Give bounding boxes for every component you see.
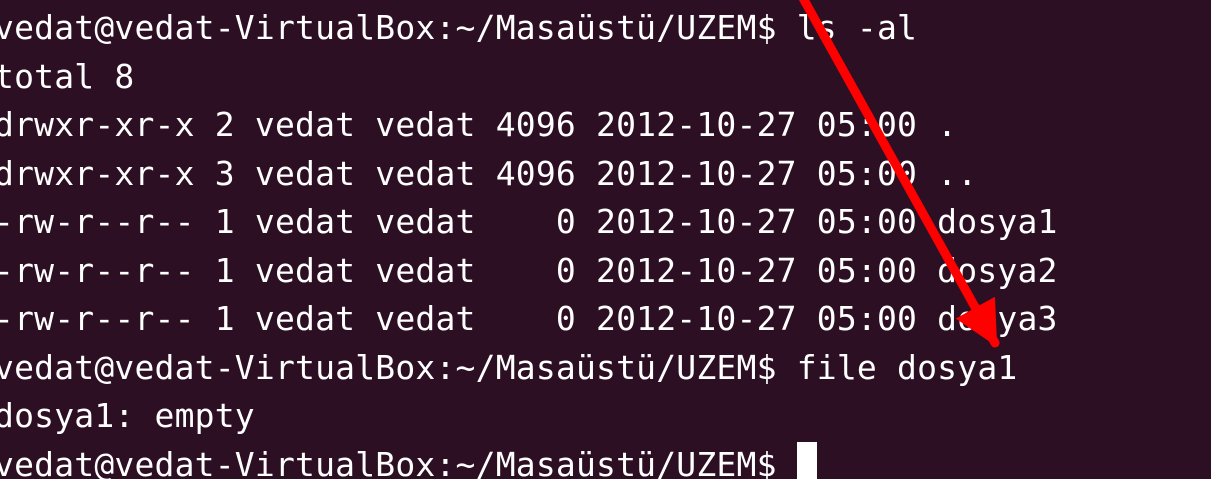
terminal-line-command-ls: vedat@vedat-VirtualBox:~/Masaüstü/UZEM$ … <box>0 8 918 47</box>
terminal-prompt: vedat@vedat-VirtualBox:~/Masaüstü/UZEM$ <box>0 444 797 479</box>
terminal-line-command-file: vedat@vedat-VirtualBox:~/Masaüstü/UZEM$ … <box>0 347 1018 387</box>
terminal-window[interactable]: vedat@vedat-VirtualBox:~/Masaüstü/UZEM$ … <box>0 0 1211 479</box>
terminal-line-file-dosya3: -rw-r--r-- 1 vedat vedat 0 2012-10-27 05… <box>0 299 1058 338</box>
terminal-line-dir-parent: drwxr-xr-x 3 vedat vedat 4096 2012-10-27… <box>0 153 978 193</box>
terminal-line-file-output: dosya1: empty <box>0 396 255 435</box>
terminal-line-file-dosya1: -rw-r--r-- 1 vedat vedat 0 2012-10-27 05… <box>0 202 1058 241</box>
terminal-line-total: total 8 <box>0 56 135 96</box>
terminal-prompt-line[interactable]: vedat@vedat-VirtualBox:~/Masaüstü/UZEM$ <box>0 441 1211 479</box>
terminal-line-dir-current: drwxr-xr-x 2 vedat vedat 4096 2012-10-27… <box>0 105 958 144</box>
terminal-cursor <box>796 441 817 479</box>
terminal-line-file-dosya2: -rw-r--r-- 1 vedat vedat 0 2012-10-27 05… <box>0 250 1058 290</box>
